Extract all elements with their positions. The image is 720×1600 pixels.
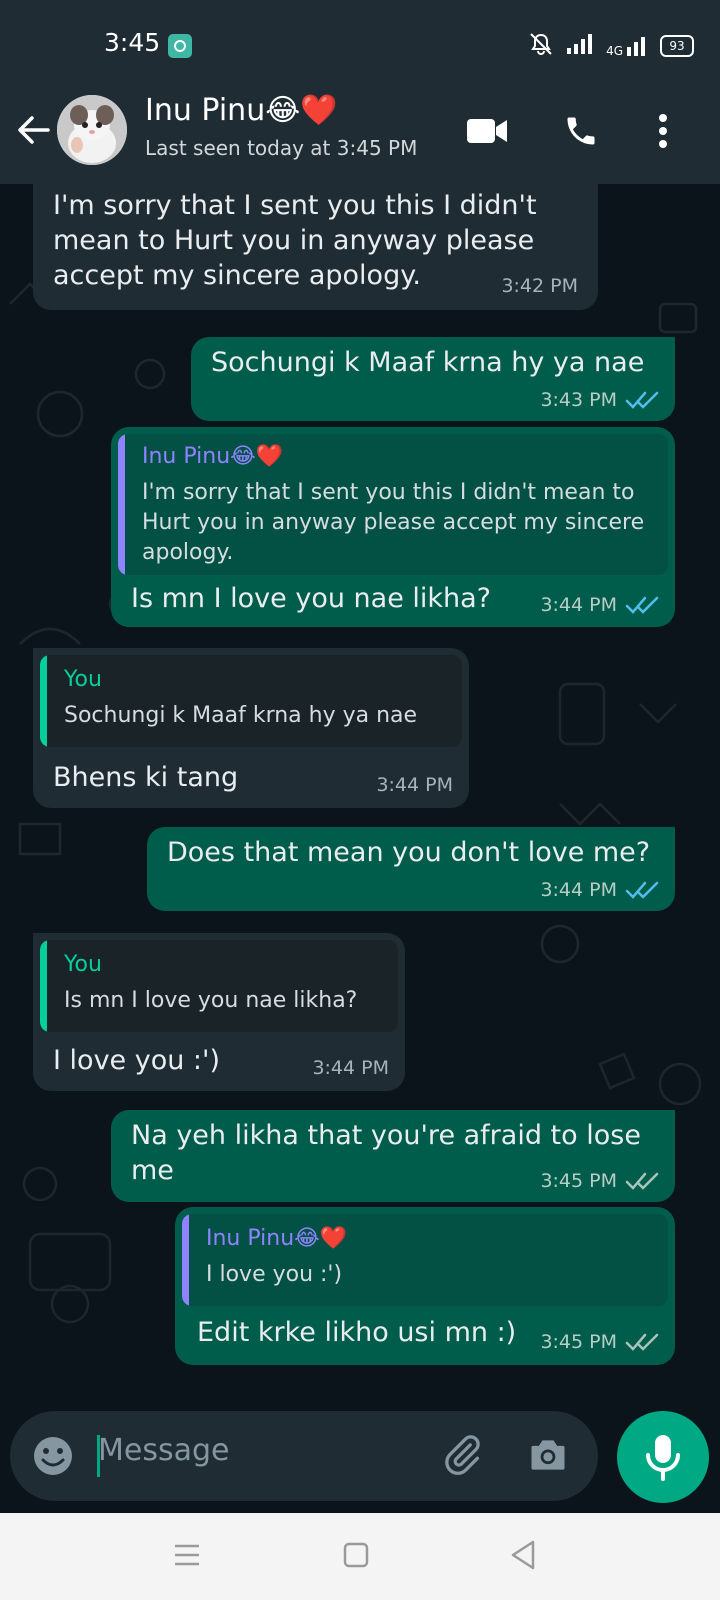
attach-icon[interactable] <box>440 1433 484 1481</box>
avatar[interactable] <box>57 95 127 165</box>
camera-icon[interactable] <box>526 1433 570 1481</box>
message-bubble-incoming[interactable]: I'm sorry that I sent you this I didn't … <box>33 184 598 310</box>
message-bubble-incoming[interactable]: You Is mn I love you nae likha? I love y… <box>33 933 405 1091</box>
message-text: Does that mean you don't love me? <box>167 837 651 868</box>
message-list[interactable]: I'm sorry that I sent you this I didn't … <box>0 184 720 1400</box>
message-text: Is mn I love you nae likha? <box>131 583 492 614</box>
chat-header: Inu Pinu😂❤️ Last seen today at 3:45 PM <box>0 86 720 184</box>
message-bubble-outgoing[interactable]: Inu Pinu😂❤️ I love you :') Edit krke lik… <box>175 1207 675 1365</box>
mute-icon <box>528 32 554 60</box>
message-time: 3:45 PM <box>540 1331 659 1353</box>
home-square-icon[interactable] <box>342 1541 370 1573</box>
message-time: 3:44 PM <box>540 879 659 901</box>
message-time: 3:45 PM <box>540 1170 659 1192</box>
quote-accent-bar <box>40 655 47 747</box>
read-receipt-icon <box>625 881 659 899</box>
quoted-message[interactable]: Inu Pinu😂❤️ I love you :') <box>182 1214 668 1306</box>
message-composer[interactable]: Message <box>10 1411 598 1501</box>
message-bubble-outgoing[interactable]: Inu Pinu😂❤️ I'm sorry that I sent you th… <box>111 427 675 627</box>
quote-accent-bar <box>182 1214 189 1306</box>
message-time: 3:44 PM <box>540 594 659 616</box>
status-time: 3:45 <box>104 28 161 57</box>
message-time: 3:44 PM <box>312 1057 389 1079</box>
video-call-icon[interactable] <box>462 106 512 156</box>
quoted-message[interactable]: You Is mn I love you nae likha? <box>40 940 398 1032</box>
message-text: Edit krke likho usi mn :) <box>197 1317 517 1348</box>
read-receipt-icon <box>625 391 659 409</box>
voice-message-button[interactable] <box>617 1411 709 1503</box>
status-icons: 4G 93 <box>528 32 694 60</box>
last-seen-status: Last seen today at 3:45 PM <box>145 136 418 160</box>
message-time: 3:42 PM <box>501 275 578 297</box>
voice-call-icon[interactable] <box>556 106 606 156</box>
message-text: I'm sorry that I sent you this I didn't … <box>53 190 537 291</box>
back-arrow-icon[interactable] <box>14 110 54 150</box>
quote-author: You <box>64 667 102 692</box>
signal-icon <box>566 33 594 59</box>
read-receipt-icon <box>625 596 659 614</box>
quote-accent-bar <box>118 434 125 575</box>
quote-text: I'm sorry that I sent you this I didn't … <box>142 480 645 565</box>
system-navigation-bar <box>0 1513 720 1600</box>
delivered-receipt-icon <box>625 1172 659 1190</box>
quote-text: I love you :') <box>206 1262 343 1287</box>
message-text: Bhens ki tang <box>53 762 239 793</box>
more-options-icon[interactable] <box>638 106 688 156</box>
delivered-receipt-icon <box>625 1333 659 1351</box>
app-notification-icon <box>168 34 192 58</box>
emoji-icon[interactable] <box>32 1435 74 1481</box>
network-4g-icon: 4G <box>606 35 648 57</box>
quote-author: Inu Pinu😂❤️ <box>142 444 284 469</box>
battery-icon: 93 <box>660 35 694 57</box>
quote-accent-bar <box>40 940 47 1032</box>
message-time: 3:44 PM <box>376 774 453 796</box>
message-bubble-outgoing[interactable]: Na yeh likha that you're afraid to lose … <box>111 1110 675 1202</box>
recents-menu-icon[interactable] <box>172 1543 202 1571</box>
status-bar: 3:45 4G 93 <box>0 0 720 86</box>
quote-text: Sochungi k Maaf krna hy ya nae <box>64 703 418 728</box>
quote-author: Inu Pinu😂❤️ <box>206 1226 348 1251</box>
back-triangle-icon[interactable] <box>508 1539 538 1575</box>
message-bubble-outgoing[interactable]: Does that mean you don't love me? 3:44 P… <box>147 827 675 911</box>
contact-name[interactable]: Inu Pinu😂❤️ <box>145 93 338 128</box>
quoted-message[interactable]: You Sochungi k Maaf krna hy ya nae <box>40 655 462 747</box>
quote-text: Is mn I love you nae likha? <box>64 988 358 1013</box>
message-bubble-incoming[interactable]: You Sochungi k Maaf krna hy ya nae Bhens… <box>33 648 469 808</box>
quoted-message[interactable]: Inu Pinu😂❤️ I'm sorry that I sent you th… <box>118 434 668 575</box>
quote-author: You <box>64 952 102 977</box>
microphone-icon <box>643 1433 683 1485</box>
message-time: 3:43 PM <box>540 389 659 411</box>
message-bubble-outgoing[interactable]: Sochungi k Maaf krna hy ya nae 3:43 PM <box>191 337 675 421</box>
message-input[interactable]: Message <box>98 1433 229 1468</box>
message-text: Sochungi k Maaf krna hy ya nae <box>211 347 645 378</box>
message-text: I love you :') <box>53 1045 220 1076</box>
